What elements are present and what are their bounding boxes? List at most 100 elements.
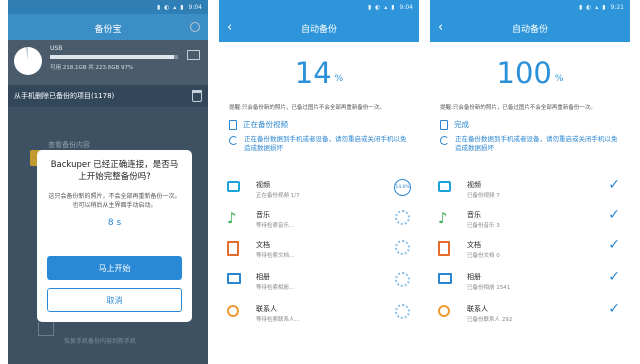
category-album[interactable]: 相册 等待检索相册...: [219, 268, 419, 298]
usb-name: USB: [50, 45, 63, 52]
storage-pie-chart: [14, 47, 42, 75]
category-detail: 等待检索文档...: [256, 253, 295, 259]
category-detail: 等待检索相册...: [256, 285, 295, 291]
status-time: 9:04: [399, 3, 413, 11]
category-name: 联系人: [256, 305, 277, 313]
category-music[interactable]: ♪ 音乐 等待检索音乐...: [219, 206, 419, 236]
percent-sign: %: [554, 74, 564, 84]
chevron-left-icon[interactable]: ‹: [227, 20, 232, 35]
category-name: 相册: [256, 273, 270, 281]
sync-note-text: 正在备份数据到手机或者设备，请勿重启或关闭手机以免造成数据损坏: [455, 135, 618, 152]
category-name: 音乐: [467, 211, 481, 219]
countdown: 8 s: [107, 218, 122, 228]
sync-icon: [229, 136, 238, 145]
category-docs[interactable]: 文档 等待检索文档...: [219, 236, 419, 266]
overall-progress: 100 %: [430, 42, 630, 104]
delete-backed-up-label: 从手机删除已备份的项目(1178): [14, 92, 115, 100]
category-detail: 已备份文档 0: [467, 253, 500, 259]
progress-percent: 14: [294, 56, 332, 90]
loading-spinner-icon: [395, 240, 410, 255]
backup-state: 正在备份视频: [219, 119, 419, 130]
music-note-icon: ♪: [227, 209, 237, 227]
category-name: 相册: [467, 273, 481, 281]
progress-ring: 14.0%: [394, 179, 411, 196]
app-header: ▮ ◐ ▴ ▮ 9:04 备份宝: [8, 0, 208, 40]
check-icon: ✓: [608, 269, 620, 285]
storage-detail: 可用 218.1GB 共 223.6GB 97%: [50, 65, 134, 71]
category-name: 音乐: [256, 211, 270, 219]
view-backup-label: 查看备份内容: [48, 141, 90, 149]
category-detail: 正在备份视频 1/7: [256, 193, 300, 199]
video-icon: [227, 181, 240, 192]
app-header: ▮ ◐ ▴ ▮ 9:21 ‹ 自动备份: [430, 0, 630, 42]
hourglass-icon: [440, 119, 448, 130]
category-detail: 已备份相册 1541: [467, 285, 511, 291]
gear-icon[interactable]: [190, 22, 200, 32]
category-detail: 等待检索联系人...: [256, 317, 300, 323]
page-title: 自动备份: [511, 24, 548, 35]
state-label: 完成: [454, 120, 469, 129]
category-music[interactable]: ♪ 音乐 已备份音乐 3 ✓: [430, 206, 630, 236]
category-detail: 已备份视频 7: [467, 193, 500, 199]
category-name: 视频: [256, 181, 270, 189]
category-name: 文档: [256, 241, 270, 249]
photo-icon: [227, 273, 241, 284]
photo-icon: [438, 273, 452, 284]
category-contacts[interactable]: 联系人 等待检索联系人...: [219, 300, 419, 330]
phone-screen-3: ▮ ◐ ▴ ▮ 9:21 ‹ 自动备份 100 % 提醒:只会备份新的照片，已备过…: [430, 0, 630, 364]
category-name: 文档: [467, 241, 481, 249]
phone-screen-2: ▮ ◐ ▴ ▮ 9:04 ‹ 自动备份 14 % 提醒:只会备份新的照片，已备过图…: [219, 0, 419, 364]
category-detail: 已备份音乐 3: [467, 223, 500, 229]
page-title: 备份宝: [94, 24, 122, 35]
status-time: 9:04: [188, 3, 202, 11]
document-icon: [227, 241, 239, 256]
reminder-text: 提醒:只会备份新的照片，已备过图片不会全部再重新备份一次。: [229, 105, 385, 111]
video-icon: [438, 181, 451, 192]
status-bar: ▮ ◐ ▴ ▮ 9:04: [8, 0, 208, 14]
music-note-icon: ♪: [438, 209, 448, 227]
check-icon: ✓: [608, 177, 620, 193]
backup-state: 完成: [430, 119, 630, 130]
category-detail: 等待检索音乐...: [256, 223, 295, 229]
loading-spinner-icon: [395, 304, 410, 319]
person-icon: [227, 305, 239, 317]
category-name: 联系人: [467, 305, 488, 313]
check-icon: ✓: [608, 207, 620, 223]
delete-backed-up-row[interactable]: 从手机删除已备份的项目(1178): [8, 85, 208, 107]
check-icon: ✓: [608, 237, 620, 253]
overall-progress: 14 %: [219, 42, 419, 104]
percent-sign: %: [334, 74, 344, 84]
storage-usage-fill: [50, 55, 175, 59]
category-docs[interactable]: 文档 已备份文档 0 ✓: [430, 236, 630, 266]
storage-usage-bar: [50, 55, 178, 59]
loading-spinner-icon: [395, 210, 410, 225]
category-name: 视频: [467, 181, 481, 189]
hourglass-icon: [229, 119, 237, 130]
usb-storage-card[interactable]: USB 可用 218.1GB 共 223.6GB 97%: [8, 40, 208, 85]
category-contacts[interactable]: 联系人 已备份联系人 292 ✓: [430, 300, 630, 330]
sync-note-text: 正在备份数据到手机或者设备，请勿重启或关闭手机以免造成数据损坏: [244, 135, 407, 152]
sync-icon: [440, 136, 449, 145]
restore-icon: [38, 322, 54, 336]
trash-icon[interactable]: [192, 90, 202, 102]
category-video[interactable]: 视频 正在备份视频 1/7 14.0%: [219, 176, 419, 206]
sync-note: 正在备份数据到手机或者设备，请勿重启或关闭手机以免造成数据损坏: [219, 135, 419, 153]
check-icon: ✓: [608, 301, 620, 317]
status-bar: ▮ ◐ ▴ ▮ 9:04: [367, 3, 413, 11]
progress-percent: 100: [496, 56, 552, 90]
document-icon: [438, 241, 450, 256]
category-album[interactable]: 相册 已备份相册 1541 ✓: [430, 268, 630, 298]
folder-icon[interactable]: [187, 50, 200, 60]
app-header: ▮ ◐ ▴ ▮ 9:04 ‹ 自动备份: [219, 0, 419, 42]
chevron-left-icon[interactable]: ‹: [438, 20, 443, 35]
category-video[interactable]: 视频 已备份视频 7 ✓: [430, 176, 630, 206]
sync-note: 正在备份数据到手机或者设备，请勿重启或关闭手机以免造成数据损坏: [430, 135, 630, 153]
start-now-button[interactable]: 马上开始: [47, 256, 182, 280]
status-bar: ▮ ◐ ▴ ▮ 9:21: [578, 3, 624, 11]
backup-confirm-dialog: Backuper 已经正确连接，是否马上开始完整备份吗? 这只会备份新的照片，不…: [37, 150, 192, 322]
dialog-body: 这只会备份新的照片，不会全部再重新备份一次。也可以稍后从主界面手动启动。: [48, 193, 181, 209]
dialog-title: Backuper 已经正确连接，是否马上开始完整备份吗?: [50, 160, 179, 182]
restore-label: 恢复手机备份内容到新手机: [64, 338, 137, 345]
cancel-button[interactable]: 取消: [47, 288, 182, 312]
state-label: 正在备份视频: [243, 120, 288, 129]
